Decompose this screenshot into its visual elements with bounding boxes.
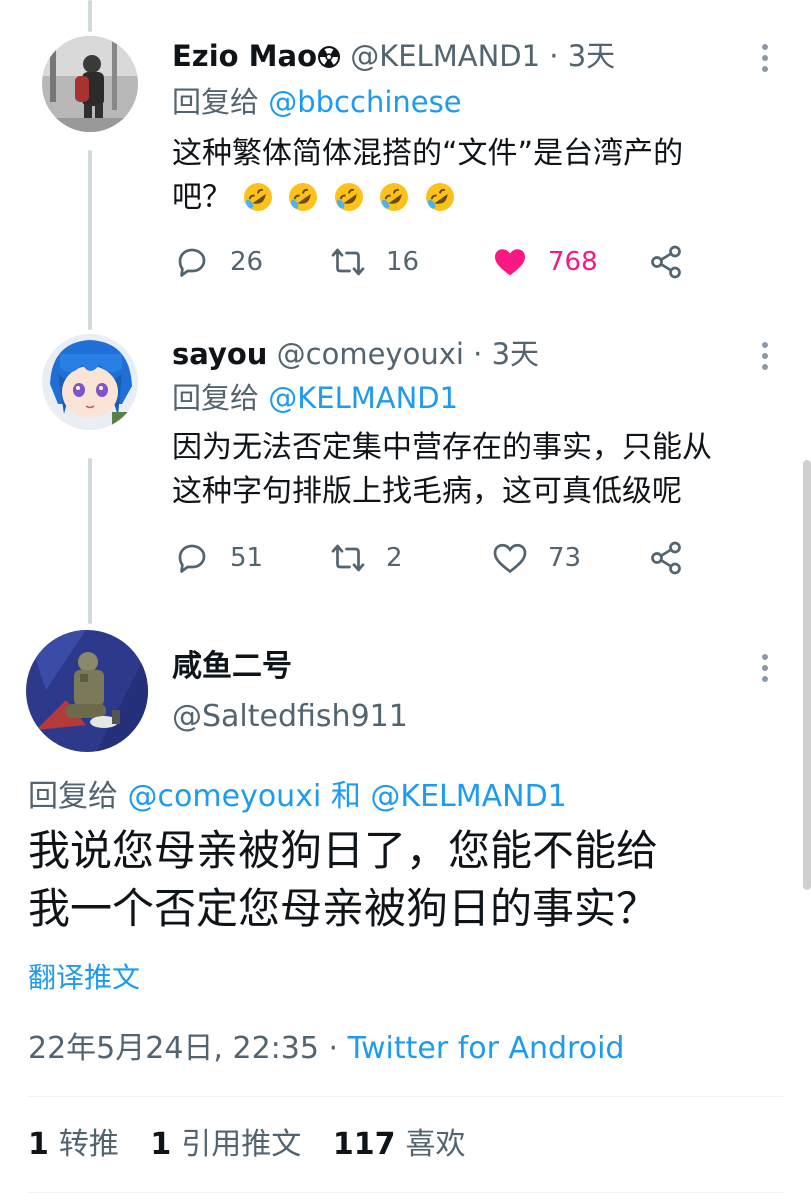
reply-icon <box>178 544 206 573</box>
reply-to-line: 回复给 @comeyouxi 和 @KELMAND1 <box>28 776 567 818</box>
reply-count: 51 <box>230 543 264 573</box>
tweet-text-line: 这种字句排版上找毛病，这可真低级呢 <box>172 474 682 509</box>
tweet-text-segment: 吧？ <box>172 180 232 215</box>
user-handle[interactable]: @comeyouxi <box>277 337 464 371</box>
display-name[interactable]: 咸鱼二号 <box>172 646 292 688</box>
quote-stat-count: 1 <box>150 1127 172 1162</box>
emoji-row <box>242 180 460 215</box>
rolling-laughing-emoji-icon <box>380 183 409 211</box>
tweet-text: 我说您母亲被狗日了，您能不能给 我一个否定您母亲被狗日的事实？ <box>28 822 788 938</box>
user-handle[interactable]: @KELMAND1 <box>350 39 540 73</box>
user-handle[interactable]: @Saltedfish911 <box>172 696 408 738</box>
rolling-laughing-emoji-icon <box>425 183 454 211</box>
retweet-icon <box>331 248 365 276</box>
action-bar: 26 16 768 <box>172 240 712 284</box>
tweet-text: 这种繁体简体混搭的“文件”是台湾产的 吧？ <box>172 132 792 220</box>
tweet-text: 因为无法否定集中营存在的事实，只能从 这种字句排版上找毛病，这可真低级呢 <box>172 426 792 514</box>
tweet-text-line: 我说您母亲被狗日了，您能不能给 <box>28 826 659 875</box>
svg-text:· · ·: · · · <box>46 740 57 748</box>
retweet-stat-count: 1 <box>28 1127 49 1162</box>
more-icon[interactable] <box>755 648 775 688</box>
quotes-stat[interactable]: 1 引用推文 <box>150 1127 301 1162</box>
mention-link[interactable]: @bbcchinese <box>268 85 461 119</box>
like-icon <box>493 543 527 574</box>
tweet-meta: 22年5月24日, 22:35 · Twitter for Android <box>28 1028 624 1070</box>
like-stat-label: 喜欢 <box>405 1127 466 1162</box>
action-bar: 51 2 73 <box>172 536 712 580</box>
reply-to-line: 回复给 @bbcchinese <box>172 82 462 122</box>
translate-link[interactable]: 翻译推文 <box>28 958 140 998</box>
tweet-text-line: 因为无法否定集中营存在的事实，只能从 <box>172 430 712 465</box>
tweet-stats: 1 转推 1 引用推文 117 喜欢 <box>28 1124 465 1166</box>
reply-tweet-1[interactable]: Ezio Mao @KELMAND1 · 3天 回复给 @bbcchinese … <box>0 32 811 322</box>
avatar[interactable] <box>42 36 138 132</box>
reply-icon <box>178 248 206 277</box>
share-button[interactable] <box>648 536 704 580</box>
retweet-stat-label: 转推 <box>58 1127 119 1162</box>
divider <box>28 1096 783 1097</box>
rolling-laughing-emoji-icon <box>289 183 318 211</box>
reply-prefix: 回复给 <box>172 381 260 415</box>
rolling-laughing-emoji-icon <box>334 183 363 211</box>
retweet-icon <box>331 544 365 572</box>
retweet-count: 16 <box>386 247 420 277</box>
likes-stat[interactable]: 117 喜欢 <box>333 1127 466 1162</box>
more-icon[interactable] <box>755 38 775 78</box>
avatar[interactable] <box>42 334 138 430</box>
retweet-button[interactable]: 2 <box>330 536 403 580</box>
mention-link[interactable]: @KELMAND1 <box>268 381 458 415</box>
share-icon <box>651 245 681 279</box>
retweets-stat[interactable]: 1 转推 <box>28 1127 119 1162</box>
reply-tweet-2[interactable]: sayou @comeyouxi · 3天 回复给 @KELMAND1 因为无法… <box>0 330 811 620</box>
quote-stat-label: 引用推文 <box>181 1127 302 1162</box>
share-button[interactable] <box>648 240 704 284</box>
rolling-laughing-emoji-icon <box>243 183 272 211</box>
like-button[interactable]: 73 <box>492 536 581 580</box>
reply-prefix: 回复给 <box>28 779 118 814</box>
retweet-button[interactable]: 16 <box>330 240 419 284</box>
tweet-header: Ezio Mao @KELMAND1 · 3天 <box>172 36 615 76</box>
retweet-count: 2 <box>386 543 403 573</box>
mention-link[interactable]: @KELMAND1 <box>370 779 566 814</box>
display-name[interactable]: Ezio Mao <box>172 39 317 73</box>
reply-button[interactable]: 51 <box>174 536 263 580</box>
separator-dot: · <box>549 39 559 73</box>
like-count: 768 <box>548 247 598 277</box>
tweet-header: sayou @comeyouxi · 3天 <box>172 334 539 374</box>
like-button[interactable]: 768 <box>492 240 598 284</box>
tweet-text-line: 这种繁体简体混搭的“文件”是台湾产的 <box>172 136 684 171</box>
reply-to-line: 回复给 @KELMAND1 <box>172 378 458 418</box>
reply-prefix: 回复给 <box>172 85 260 119</box>
timestamp[interactable]: 3天 <box>568 39 615 73</box>
tweet-text-line: 吧？ <box>172 176 792 220</box>
reply-button[interactable]: 26 <box>174 240 263 284</box>
scrollbar[interactable] <box>803 460 811 890</box>
reply-count: 26 <box>230 247 264 277</box>
timestamp[interactable]: 3天 <box>492 337 539 371</box>
radioactive-icon <box>318 46 340 68</box>
separator-dot: · <box>473 337 483 371</box>
mention-link[interactable]: @comeyouxi <box>128 779 322 814</box>
tweet-datetime[interactable]: 22年5月24日, 22:35 <box>28 1031 319 1066</box>
like-icon <box>495 249 525 276</box>
thread-line <box>88 0 92 32</box>
share-icon <box>651 541 681 575</box>
like-stat-count: 117 <box>332 1127 396 1162</box>
display-name[interactable]: sayou <box>172 337 267 371</box>
tweet-text-line: 我一个否定您母亲被狗日的事实？ <box>28 884 659 933</box>
divider <box>28 1192 783 1193</box>
separator-dot: · <box>328 1031 339 1066</box>
avatar[interactable]: · · · <box>26 630 148 752</box>
more-icon[interactable] <box>755 336 775 376</box>
reply-and: 和 <box>330 779 361 814</box>
like-count: 73 <box>548 543 582 573</box>
tweet-source-link[interactable]: Twitter for Android <box>348 1031 625 1066</box>
